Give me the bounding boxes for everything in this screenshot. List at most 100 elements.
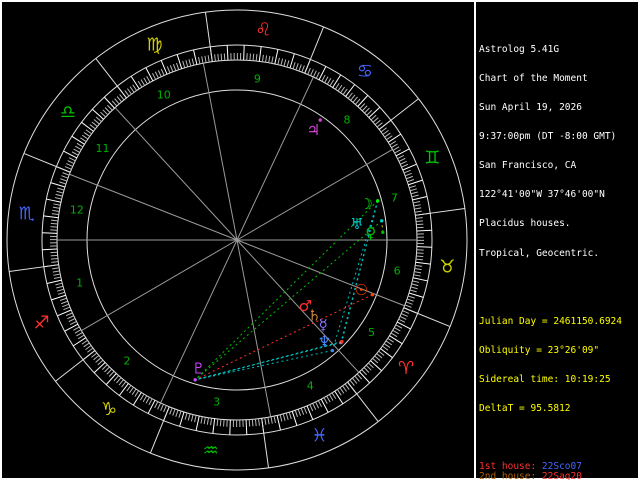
zodiac-sagittarius-glyph: ♐	[34, 312, 50, 333]
degree-tick	[60, 300, 68, 305]
degree-tick	[134, 390, 140, 397]
degree-tick	[77, 334, 85, 340]
degree-tick	[154, 71, 159, 79]
degree-tick	[53, 273, 61, 276]
degree-tick	[390, 332, 398, 338]
degree-tick	[285, 412, 289, 420]
degree-tick	[151, 72, 157, 80]
degree-tick	[334, 390, 344, 405]
degree-tick	[292, 62, 296, 70]
degree-tick	[359, 371, 371, 384]
degree-tick	[416, 223, 424, 226]
degree-tick	[85, 345, 92, 351]
degree-tick	[207, 55, 210, 63]
aspect-line-neptune-pluto	[195, 350, 333, 381]
house-cusp-line	[236, 76, 314, 241]
degree-tick	[157, 402, 162, 410]
degree-tick	[339, 387, 345, 394]
degree-tick	[271, 56, 274, 64]
degree-tick	[324, 76, 329, 83]
degree-tick	[286, 60, 290, 68]
degree-tick	[114, 98, 120, 105]
degree-tick	[404, 304, 412, 308]
degree-tick	[185, 60, 189, 68]
degree-tick	[60, 178, 68, 182]
degree-tick	[226, 45, 229, 61]
zodiac-capricorn-glyph: ♑	[101, 399, 117, 420]
degree-tick	[203, 417, 206, 425]
degree-tick	[409, 185, 417, 189]
degree-tick	[406, 175, 414, 180]
degree-tick	[57, 187, 65, 191]
degree-tick	[407, 179, 415, 183]
degree-tick	[412, 277, 428, 282]
degree-tick	[368, 106, 381, 118]
degree-tick	[97, 359, 104, 366]
degree-tick	[406, 298, 414, 302]
sign-boundary	[415, 207, 465, 216]
degree-tick	[415, 217, 423, 219]
degree-tick	[182, 60, 186, 68]
degree-tick	[61, 175, 69, 179]
panel-divider	[474, 0, 476, 480]
degree-tick	[413, 201, 421, 204]
degree-tick	[106, 368, 113, 375]
degree-tick	[254, 419, 257, 427]
degree-tick	[374, 355, 381, 361]
degree-tick	[392, 329, 400, 335]
degree-tick	[72, 337, 87, 347]
sign-boundary	[403, 307, 451, 328]
house-cusp-line	[69, 173, 238, 241]
degree-tick	[172, 408, 176, 416]
degree-tick	[74, 145, 82, 151]
degree-tick	[416, 255, 424, 258]
degree-tick	[306, 405, 314, 420]
house-number-3: 3	[213, 396, 220, 409]
sign-boundary	[23, 152, 71, 173]
degree-tick	[279, 414, 283, 422]
degree-tick	[176, 62, 180, 70]
degree-tick	[126, 88, 132, 95]
degree-tick	[59, 181, 67, 185]
zodiac-scorpio-glyph: ♏	[19, 204, 35, 225]
zodiac-aries-glyph: ♈	[398, 358, 414, 379]
planet-uranus-glyph: ♅	[350, 215, 363, 233]
degree-tick	[243, 45, 245, 61]
degree-tick	[229, 419, 231, 435]
planet-pluto-glyph: ♇	[192, 359, 205, 377]
sign-boundary	[261, 418, 270, 468]
degree-tick	[148, 398, 153, 406]
degree-tick	[354, 375, 360, 382]
degree-tick	[55, 282, 63, 286]
degree-tick	[398, 318, 406, 323]
house-system-label: Placidus houses.	[479, 218, 571, 230]
chart-time: 9:37:00pm (DT -8:00 GMT)	[479, 131, 617, 143]
degree-tick	[145, 67, 154, 82]
degree-tick	[382, 129, 389, 135]
planet-jupiter-glyph: ♃	[307, 121, 320, 139]
degree-tick	[249, 53, 251, 61]
degree-tick	[323, 397, 328, 404]
sign-boundary	[55, 350, 96, 382]
degree-tick	[380, 348, 393, 359]
degree-tick	[415, 264, 423, 267]
degree-tick	[277, 57, 280, 65]
degree-tick	[415, 261, 431, 265]
degree-tick	[121, 381, 127, 388]
degree-tick	[89, 124, 96, 130]
degree-tick	[252, 53, 255, 61]
degree-tick	[389, 335, 403, 345]
planet-uranus-marker	[380, 219, 384, 223]
degree-tick	[347, 92, 353, 99]
aspect-line-venus-uranus	[381, 220, 384, 233]
degree-tick	[140, 79, 146, 86]
degree-tick	[303, 406, 308, 414]
zodiac-libra-glyph: ♎	[60, 102, 76, 123]
degree-tick	[157, 70, 162, 77]
degree-tick	[129, 86, 135, 93]
house-number-11: 11	[96, 142, 110, 155]
degree-tick	[384, 132, 391, 138]
degree-tick	[53, 276, 61, 279]
degree-tick	[81, 134, 89, 140]
zodiac-gemini-glyph: ♊	[424, 148, 440, 169]
